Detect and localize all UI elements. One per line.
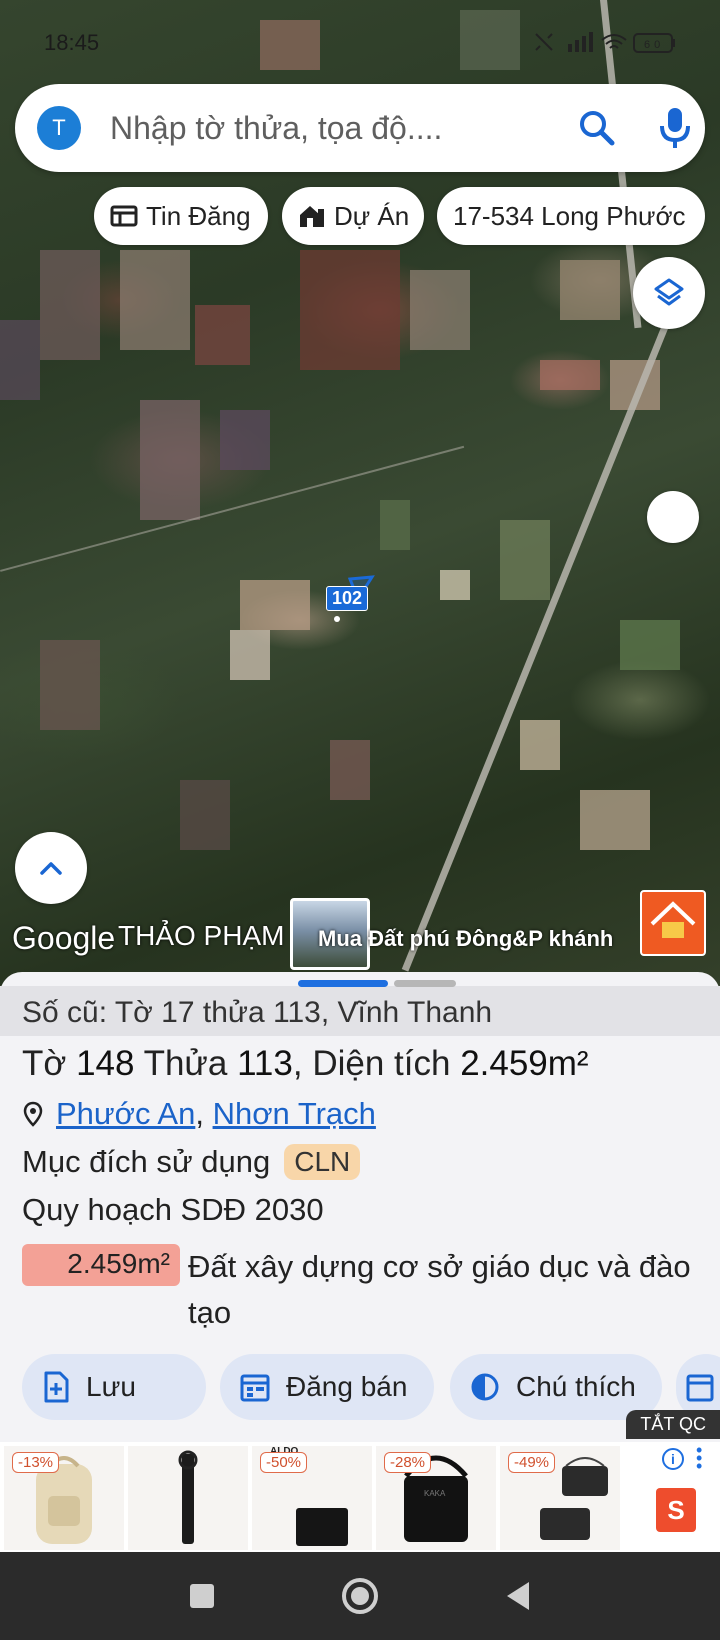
search-bar[interactable]: T: [15, 84, 705, 172]
area-label: , Diện tích: [292, 1044, 451, 1083]
strap-icon: [178, 1450, 198, 1544]
ad-product-backpack[interactable]: -13%: [4, 1446, 124, 1550]
chip-tin-dang[interactable]: Tin Đăng: [94, 187, 268, 245]
contrast-icon: [471, 1373, 499, 1401]
chip-label: 17-534 Long Phước: [453, 200, 686, 231]
owner-name: THẢO PHẠM: [118, 920, 285, 951]
legend-label: Chú thích: [516, 1371, 636, 1402]
old-parcel-info: Số cũ: Tờ 17 thửa 113, Vĩnh Thanh: [0, 986, 720, 1036]
ad-discount: -28%: [384, 1452, 432, 1473]
save-button[interactable]: Lưu: [22, 1354, 206, 1420]
search-icon[interactable]: [575, 106, 619, 150]
thua-label: Thửa: [143, 1044, 228, 1083]
to-label: Tờ: [22, 1044, 67, 1083]
status-icons: 60: [530, 30, 680, 59]
purpose-row: Mục đích sử dụng CLN: [22, 1144, 361, 1180]
mic-icon[interactable]: [653, 104, 697, 152]
parcel-summary: Tờ 148 Thửa 113, Diện tích 2.459m²: [22, 1044, 589, 1084]
calendar-add-icon: [686, 1374, 714, 1402]
purpose-badge: CLN: [284, 1144, 361, 1180]
shopee-bag-icon[interactable]: S: [656, 1488, 696, 1532]
layers-icon: [654, 278, 684, 306]
ad-logo[interactable]: [640, 890, 706, 956]
location-button[interactable]: [647, 491, 699, 543]
add-file-icon: [44, 1371, 69, 1403]
post-sale-label: Đăng bán: [286, 1371, 408, 1402]
pager-dot-active: [298, 980, 388, 987]
ad-banner[interactable]: -13% ALDO -50% KAKA -28% -49% i ••• S: [0, 1441, 720, 1552]
ad-info-icon[interactable]: i: [662, 1448, 684, 1470]
ad-product-wallet[interactable]: ALDO -50%: [252, 1446, 372, 1550]
home-circle-icon: [342, 1578, 378, 1614]
project-icon: [300, 206, 324, 227]
ad-product-strap[interactable]: [128, 1446, 248, 1550]
legend-button[interactable]: Chú thích: [450, 1354, 662, 1420]
plan-description: Đất xây dựng cơ sở giáo dục và đào tạo: [188, 1249, 691, 1330]
house-logo-icon: [650, 901, 696, 938]
chevron-up-icon: [40, 862, 62, 875]
avatar[interactable]: T: [37, 106, 81, 150]
square-icon: [190, 1584, 214, 1608]
back-triangle-icon: [507, 1582, 529, 1610]
plan-label: Quy hoạch SDĐ 2030: [22, 1192, 324, 1227]
location-row: Phước An, Nhơn Trạch: [22, 1096, 376, 1132]
ad-product-crossbody-bag[interactable]: -49%: [500, 1446, 620, 1550]
google-logo: Google: [12, 920, 116, 956]
status-time: 18:45: [44, 30, 100, 55]
chip-label: Dự Án: [334, 200, 410, 231]
post-sale-button[interactable]: Đăng bán: [220, 1354, 434, 1420]
chip-du-an[interactable]: Dự Án: [282, 187, 424, 245]
ad-product-shoulder-bag[interactable]: KAKA -28%: [376, 1446, 496, 1550]
ad-close-button[interactable]: TẮT QC: [626, 1410, 720, 1439]
district-link[interactable]: Nhơn Trạch: [213, 1096, 376, 1132]
chip-long-phuoc[interactable]: 17-534 Long Phước: [437, 187, 705, 245]
ad-discount: -50%: [260, 1452, 308, 1473]
recent-apps-button[interactable]: [180, 1574, 224, 1618]
pager-dot: [394, 980, 456, 987]
pager: [298, 980, 456, 987]
ad-more-icon[interactable]: • • •: [696, 1441, 702, 1475]
svg-text:KAKA: KAKA: [424, 1489, 446, 1498]
to-value: 148: [76, 1044, 135, 1083]
satellite-map[interactable]: 18:45 60 T Nhập tờ thửa, tọa độ.... Tin …: [0, 0, 720, 990]
back-button[interactable]: [496, 1574, 540, 1618]
location-pin-icon: [23, 1101, 43, 1127]
parcel-info-sheet[interactable]: Số cũ: Tờ 17 thửa 113, Vĩnh Thanh Tờ 148…: [0, 972, 720, 1442]
ad-discount: -49%: [508, 1452, 556, 1473]
calendar-icon: [240, 1374, 270, 1402]
home-button[interactable]: [338, 1574, 382, 1618]
thua-value: 113: [237, 1044, 293, 1083]
save-label: Lưu: [86, 1371, 136, 1402]
svg-text:60: 60: [644, 39, 664, 51]
navigation-bar: [0, 1552, 720, 1640]
parcel-point: [334, 616, 340, 622]
plan-area-badge: 2.459m²: [22, 1244, 180, 1286]
chip-label: Tin Đăng: [146, 200, 251, 231]
purpose-label: Mục đích sử dụng: [22, 1144, 271, 1179]
signal-wifi-battery-icon: 60: [535, 32, 675, 53]
layers-button[interactable]: [633, 257, 705, 329]
listing-icon: [110, 205, 138, 227]
ward-link[interactable]: Phước An: [56, 1096, 195, 1132]
ad-banner-text[interactable]: Mua Đất phú Đông&P khánh: [318, 926, 613, 952]
parcel-label[interactable]: 102: [326, 586, 369, 611]
ad-discount: -13%: [12, 1452, 60, 1473]
search-input[interactable]: [110, 106, 560, 150]
expand-button[interactable]: [15, 832, 87, 904]
area-value: 2.459m²: [460, 1044, 589, 1083]
location-separator: ,: [195, 1096, 213, 1131]
status-bar: 18:45 60: [0, 0, 720, 80]
